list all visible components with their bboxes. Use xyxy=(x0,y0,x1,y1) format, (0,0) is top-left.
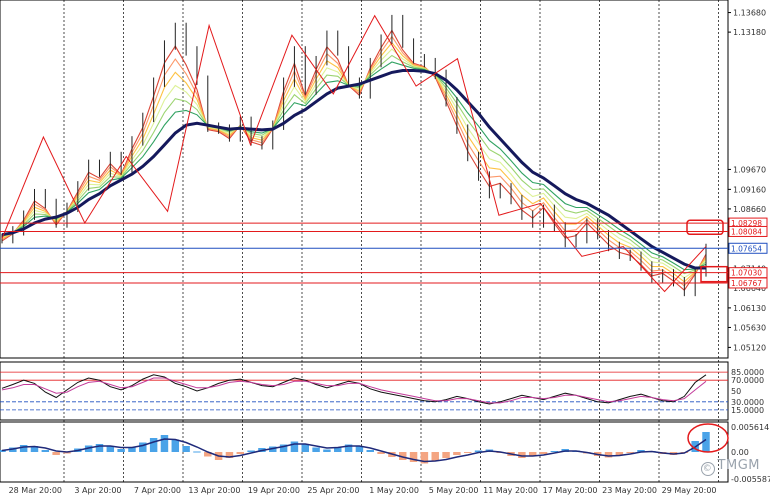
price-tag-label: 1.07654 xyxy=(731,244,762,253)
price-tag: 1.06767 xyxy=(728,277,768,289)
watermark-text: TMGM xyxy=(717,458,760,473)
watermark: © TMGM xyxy=(700,458,760,476)
histogram-bar xyxy=(160,435,169,452)
time-tick-label: 19 Apr 20:00 xyxy=(248,486,300,495)
price-tag-label: 1.06767 xyxy=(731,279,762,288)
price-tick-label: 1.05120 xyxy=(733,343,766,352)
histogram-bar xyxy=(106,446,115,452)
histogram-bar xyxy=(323,449,331,452)
time-tick-label: 13 Apr 20:00 xyxy=(188,486,240,495)
histogram-bar xyxy=(453,452,461,455)
histogram-bar xyxy=(182,446,190,452)
histogram-bar xyxy=(290,441,299,452)
histogram-bar xyxy=(149,438,158,452)
oscillator-level-label: 70.0000 xyxy=(731,376,764,385)
oscillator-level-label: 15.0000 xyxy=(731,406,764,415)
price-tag: 1.07654 xyxy=(728,242,768,254)
oscillator-pane xyxy=(0,361,729,421)
price-tick-label: 1.13180 xyxy=(733,28,766,37)
oscillator-pane-border xyxy=(0,361,729,421)
price-tags: 1.082981.080841.076541.070301.06767 xyxy=(728,217,768,289)
time-tick-label: 23 May 20:00 xyxy=(602,486,657,495)
histogram-bar xyxy=(95,444,104,452)
price-tag-label: 1.07030 xyxy=(731,269,762,278)
histogram-bar xyxy=(442,452,450,458)
time-tick-label: 11 May 20:00 xyxy=(483,486,538,495)
histogram-bar xyxy=(463,452,472,453)
chart-canvas: 1.136801.131801.096701.091601.086601.081… xyxy=(0,0,770,495)
histogram-bottom-label: -0.005587 xyxy=(731,475,770,484)
time-tick-label: 17 May 20:00 xyxy=(543,486,598,495)
price-tick-label: 1.09160 xyxy=(733,185,766,194)
histogram-bar xyxy=(431,452,439,461)
histogram-bar xyxy=(52,452,60,455)
watermark-logo-icon: © xyxy=(700,462,715,476)
histogram-bar xyxy=(117,449,125,452)
price-tick-label: 1.06130 xyxy=(733,304,766,313)
time-tick-label: 7 Apr 20:00 xyxy=(134,486,181,495)
histogram-bar xyxy=(41,450,50,452)
price-axis: 1.136801.131801.096701.091601.086601.081… xyxy=(728,9,766,352)
price-pane xyxy=(0,0,729,359)
histogram-bar xyxy=(19,445,28,452)
histogram-bar xyxy=(236,452,245,454)
histogram-mid-label: 0.00 xyxy=(731,448,749,457)
oscillator-mid-label: 50 xyxy=(731,387,741,396)
price-tick-label: 1.09670 xyxy=(733,165,766,174)
time-tick-label: 29 May 20:00 xyxy=(662,486,717,495)
time-tick-label: 5 May 20:00 xyxy=(429,486,479,495)
histogram-bar xyxy=(539,452,548,454)
price-pane-border xyxy=(0,0,729,359)
price-tick-label: 1.13680 xyxy=(733,9,766,18)
price-tick-label: 1.08660 xyxy=(733,205,766,214)
price-tag: 1.08084 xyxy=(728,225,768,237)
histogram-bar xyxy=(171,439,180,452)
price-tag-label: 1.08084 xyxy=(731,227,762,236)
time-tick-label: 1 May 20:00 xyxy=(369,486,419,495)
time-tick-label: 25 Apr 20:00 xyxy=(307,486,359,495)
histogram-bar xyxy=(193,451,201,453)
time-tick-label: 28 Mar 20:00 xyxy=(9,486,62,495)
histogram-top-label: 0.005614 xyxy=(731,423,769,432)
price-tick-label: 1.05630 xyxy=(733,323,766,332)
time-tick-label: 3 Apr 20:00 xyxy=(74,486,121,495)
time-axis: 28 Mar 20:00 3 Apr 20:00 7 Apr 20:00 13 Apr… xyxy=(9,486,717,495)
price-tag: 1.07030 xyxy=(728,267,768,279)
histogram-bar xyxy=(312,447,320,452)
histogram-bar xyxy=(366,450,374,452)
